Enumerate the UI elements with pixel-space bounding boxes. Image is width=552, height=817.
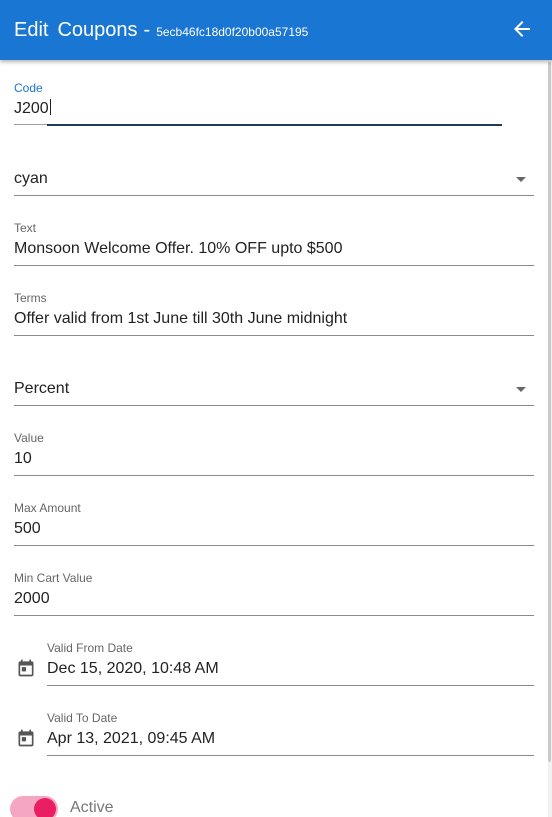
back-button[interactable] [510,17,534,41]
max-amount-input[interactable]: 500 [14,520,41,538]
text-caret [49,99,51,115]
app-bar: Edit Coupons - 5ecb46fc18d0f20b00a57195 [0,0,552,60]
terms-label: Terms [14,291,47,305]
value-input[interactable]: 10 [14,450,32,468]
value-label: Value [14,431,44,445]
discount-type-value: Percent [14,380,70,397]
max-amount-label: Max Amount [14,501,81,515]
code-value: J200 [14,100,49,117]
color-value: cyan [14,170,48,187]
active-toggle[interactable] [10,796,58,817]
code-label: Code [14,81,43,95]
valid-from-field[interactable]: Valid From Date Dec 15, 2020, 10:48 AM [47,640,534,686]
active-label: Active [70,799,114,816]
min-cart-value-label: Min Cart Value [14,571,93,585]
min-cart-value-input[interactable]: 2000 [14,590,50,608]
valid-to-field[interactable]: Valid To Date Apr 13, 2021, 09:45 AM [47,710,534,756]
code-field[interactable]: Code J200 [14,80,502,125]
toggle-thumb [34,798,56,817]
terms-input[interactable]: Offer valid from 1st June till 30th June… [14,310,347,328]
color-select[interactable]: cyan [14,160,534,196]
valid-to-label: Valid To Date [47,711,118,725]
scrollbar-thumb[interactable] [548,62,551,762]
value-field[interactable]: Value 10 [14,430,534,476]
valid-from-input[interactable]: Dec 15, 2020, 10:48 AM [47,660,219,678]
calendar-icon[interactable] [16,728,36,748]
title-separator: - [143,18,151,41]
valid-from-label: Valid From Date [47,641,133,655]
calendar-icon[interactable] [16,658,36,678]
scrollbar[interactable] [548,60,552,817]
title-edit: Edit [14,18,49,41]
chevron-down-icon [516,177,526,182]
record-id: 5ecb46fc18d0f20b00a57195 [156,25,309,39]
text-label: Text [14,221,37,235]
arrow-left-icon [514,21,530,37]
focus-underline [47,124,502,126]
min-cart-value-field[interactable]: Min Cart Value 2000 [14,570,534,616]
max-amount-field[interactable]: Max Amount 500 [14,500,534,546]
text-input[interactable]: Monsoon Welcome Offer. 10% OFF upto $500 [14,240,342,258]
valid-to-input[interactable]: Apr 13, 2021, 09:45 AM [47,730,215,748]
discount-type-select[interactable]: Percent [14,370,534,406]
title-coupons: Coupons [57,18,138,41]
chevron-down-icon [516,387,526,392]
code-input[interactable]: J200 [14,99,51,118]
text-field[interactable]: Text Monsoon Welcome Offer. 10% OFF upto… [14,220,534,266]
terms-field[interactable]: Terms Offer valid from 1st June till 30t… [14,290,534,336]
